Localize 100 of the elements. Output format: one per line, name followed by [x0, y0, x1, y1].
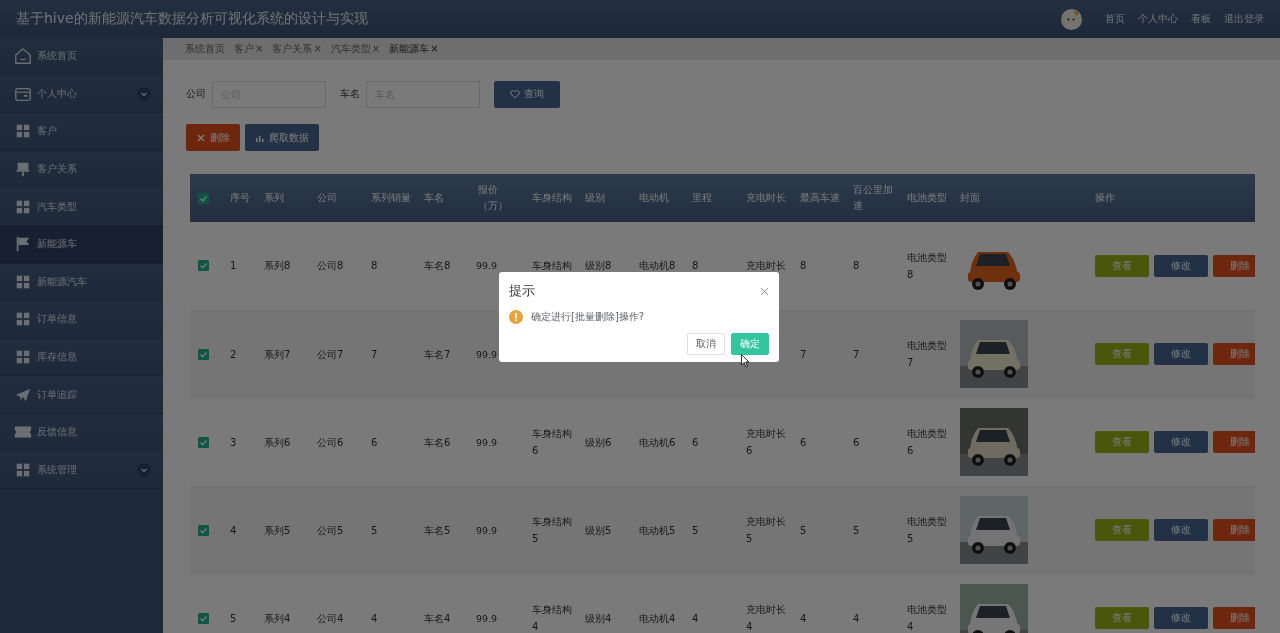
- table-cell: 公司4: [317, 612, 344, 624]
- crawl-button[interactable]: 爬取数据: [245, 124, 319, 151]
- table-cell: 5: [692, 524, 699, 536]
- column-header: 序号: [230, 192, 250, 203]
- table-cell: 车名7: [424, 348, 451, 360]
- delete-button[interactable]: 删除: [1213, 343, 1255, 365]
- column-header: 车名: [424, 192, 444, 203]
- table-cell: 级别5: [585, 524, 612, 536]
- table-cell: 电动机4: [639, 612, 676, 624]
- table-cell: 7: [853, 348, 860, 360]
- table-cell: 级别4: [585, 612, 612, 624]
- checkbox[interactable]: [198, 260, 209, 272]
- close-tab-button[interactable]: ×: [255, 43, 264, 54]
- column-header: 公司: [317, 192, 337, 203]
- table-cell: 99.9: [476, 260, 498, 272]
- table-cell: 车名6: [424, 436, 451, 448]
- table-cell: 电动机6: [639, 436, 676, 448]
- checkbox[interactable]: [198, 524, 209, 536]
- table-cell: 电池类型8: [907, 251, 947, 280]
- column-header: 操作: [1095, 192, 1115, 203]
- checkbox[interactable]: [198, 612, 209, 624]
- table-cell: 充电时长6: [746, 428, 786, 456]
- table-cell: 车身结构: [532, 260, 572, 272]
- edit-button[interactable]: 修改: [1154, 431, 1208, 453]
- table-cell: 充电时长4: [746, 604, 786, 632]
- table-cell: 99.9: [476, 524, 498, 536]
- table-cell: 系列5: [264, 524, 291, 536]
- sidebar-item[interactable]: 新能源车: [0, 225, 163, 264]
- checkbox[interactable]: [198, 436, 209, 448]
- close-tab-button[interactable]: ×: [313, 43, 322, 54]
- search-button[interactable]: 查询: [494, 80, 560, 108]
- edit-button[interactable]: 修改: [1154, 519, 1208, 541]
- table-cell: 1: [230, 260, 237, 272]
- view-button[interactable]: 查看: [1095, 519, 1149, 541]
- table-cell: 8: [692, 260, 699, 272]
- table-cell: 5: [371, 524, 378, 536]
- edit-button[interactable]: 修改: [1154, 254, 1208, 277]
- close-tab-button[interactable]: ×: [371, 43, 381, 54]
- table-cell: 系列4: [264, 612, 291, 624]
- table-cell: 充电时长5: [746, 516, 786, 544]
- close-icon[interactable]: [760, 286, 769, 296]
- column-header: 系列销量: [371, 192, 411, 203]
- cancel-button[interactable]: 取消: [687, 333, 725, 355]
- close-tab-button[interactable]: ×: [430, 43, 439, 54]
- app-title: 基于hive的新能源汽车数据分析可视化系统的设计与实现: [16, 10, 369, 28]
- table-cell: 车名8: [424, 260, 451, 272]
- column-header: 充电时长: [746, 192, 786, 203]
- table-cell: 电池类型7: [907, 340, 947, 368]
- table-cell: 车身结构6: [532, 428, 572, 456]
- table-cell: 4: [692, 612, 699, 624]
- delete-button[interactable]: 删除: [1213, 431, 1255, 453]
- table-cell: 7: [800, 348, 807, 360]
- column-header: 车身结构: [532, 192, 572, 203]
- table-cell: 6: [800, 436, 807, 448]
- table-cell: 8: [371, 260, 378, 272]
- delete-button[interactable]: 删除: [1213, 254, 1255, 277]
- table-cell: 6: [853, 436, 860, 448]
- table-cell: 公司5: [317, 524, 344, 536]
- column-header: 封面: [960, 192, 980, 203]
- nav-link[interactable]: 看板: [1191, 12, 1211, 26]
- table-cell: 系列8: [264, 260, 291, 272]
- table-cell: 系列6: [264, 436, 291, 448]
- view-button[interactable]: 查看: [1095, 254, 1149, 277]
- home-icon: [14, 47, 32, 66]
- view-button[interactable]: 查看: [1095, 431, 1149, 453]
- table-cell: 车身结构5: [532, 516, 572, 544]
- confirm-button[interactable]: 确定: [731, 333, 769, 355]
- table-cell: 车名4: [424, 612, 451, 624]
- table-cell: 电动机8: [639, 260, 676, 272]
- field-label: 公司: [186, 87, 206, 101]
- tab[interactable]: 新能源车×: [389, 42, 439, 56]
- checkbox[interactable]: [198, 192, 209, 204]
- edit-button[interactable]: 修改: [1154, 607, 1208, 629]
- table-cell: 99.9: [476, 348, 498, 360]
- nav-link[interactable]: 首页: [1105, 12, 1125, 26]
- checkbox[interactable]: [198, 348, 209, 360]
- table-cell: 电池类型6: [907, 428, 947, 456]
- view-button[interactable]: 查看: [1095, 607, 1149, 629]
- delete-button[interactable]: 删除: [1213, 519, 1255, 541]
- table-cell: 2: [230, 348, 237, 360]
- column-header: 最高车速: [800, 192, 840, 203]
- avatar-icon: [1061, 8, 1082, 30]
- table-cell: 5: [800, 524, 807, 536]
- table-cell: 电动机5: [639, 524, 676, 536]
- column-header: 电池类型: [907, 192, 947, 203]
- table-cell: 充电时长: [746, 260, 786, 272]
- table-cell: 系列7: [264, 348, 291, 360]
- table-cell: 级别8: [585, 260, 612, 272]
- table-cell: 公司8: [317, 260, 344, 272]
- view-button[interactable]: 查看: [1095, 343, 1149, 365]
- dialog-message: 确定进行[批量删除]操作?: [531, 310, 645, 324]
- table-cell: 4: [230, 524, 237, 536]
- table-cell: 5: [230, 612, 237, 624]
- column-header: 报价（万）: [478, 184, 508, 211]
- table-cell: 车身结构4: [532, 604, 572, 632]
- close-icon: [196, 132, 206, 143]
- edit-button[interactable]: 修改: [1154, 343, 1208, 365]
- delete-button[interactable]: 删除: [186, 124, 240, 151]
- column-header: 系列: [264, 192, 284, 203]
- delete-button[interactable]: 删除: [1213, 607, 1255, 629]
